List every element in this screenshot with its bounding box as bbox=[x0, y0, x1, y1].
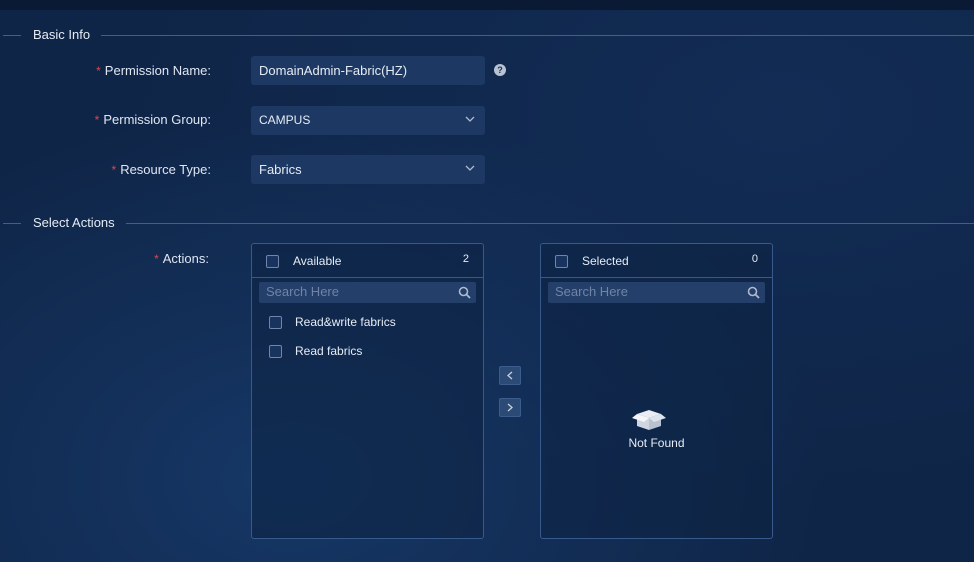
permission-name-value: DomainAdmin-Fabric(HZ) bbox=[259, 63, 408, 78]
permission-group-label: * Permission Group: bbox=[11, 111, 211, 129]
select-all-available-checkbox[interactable] bbox=[266, 255, 279, 268]
section-title-basic-info: Basic Info bbox=[33, 27, 91, 42]
permission-name-input[interactable]: DomainAdmin-Fabric(HZ) bbox=[251, 56, 485, 85]
divider-right bbox=[101, 35, 974, 36]
chevron-down-icon bbox=[465, 165, 475, 171]
permission-group-label-text: Permission Group: bbox=[103, 112, 211, 127]
actions-label: * Actions: bbox=[9, 250, 209, 268]
selected-title: Selected bbox=[582, 254, 629, 268]
resource-type-label: * Resource Type: bbox=[11, 161, 211, 179]
empty-state-text: Not Found bbox=[628, 436, 685, 450]
available-search-input[interactable]: Search Here bbox=[259, 282, 476, 303]
permission-name-label-text: Permission Name: bbox=[104, 63, 211, 78]
move-left-button[interactable] bbox=[499, 366, 521, 385]
basic-info-section-header: Basic Info bbox=[0, 25, 974, 45]
available-panel-header: Available 2 bbox=[252, 244, 483, 278]
search-icon[interactable] bbox=[458, 286, 471, 299]
list-item-label: Read fabrics bbox=[295, 344, 363, 358]
selected-count: 0 bbox=[751, 253, 758, 265]
divider-right bbox=[126, 223, 974, 224]
divider-left bbox=[3, 35, 21, 36]
resource-type-value: Fabrics bbox=[259, 162, 302, 177]
required-asterisk: * bbox=[96, 64, 101, 78]
selected-search-input[interactable]: Search Here bbox=[548, 282, 765, 303]
permission-group-select[interactable]: CAMPUS bbox=[251, 106, 485, 135]
top-bar bbox=[0, 0, 974, 10]
required-asterisk: * bbox=[111, 163, 117, 177]
permission-group-value: CAMPUS bbox=[259, 113, 311, 127]
list-item[interactable]: Read fabrics bbox=[269, 343, 469, 359]
available-count: 2 bbox=[462, 253, 469, 265]
resource-type-label-text: Resource Type: bbox=[120, 162, 211, 177]
chevron-left-icon bbox=[507, 371, 513, 380]
available-panel: Available 2 Search Here Read&write fabri… bbox=[251, 243, 484, 539]
available-title: Available bbox=[293, 254, 342, 268]
required-asterisk: * bbox=[154, 252, 159, 266]
permission-name-label: * Permission Name: bbox=[11, 62, 211, 80]
item-checkbox[interactable] bbox=[269, 316, 282, 329]
list-item[interactable]: Read&write fabrics bbox=[269, 314, 469, 330]
resource-type-select[interactable]: Fabrics bbox=[251, 155, 485, 184]
help-icon[interactable]: ? bbox=[494, 64, 506, 76]
chevron-right-icon bbox=[507, 403, 513, 412]
selected-search-placeholder: Search Here bbox=[555, 284, 628, 299]
item-checkbox[interactable] bbox=[269, 345, 282, 358]
empty-box-icon bbox=[632, 410, 666, 430]
section-title-select-actions: Select Actions bbox=[33, 215, 115, 230]
select-all-selected-checkbox[interactable] bbox=[555, 255, 568, 268]
selected-panel-header: Selected 0 bbox=[541, 244, 772, 278]
search-icon[interactable] bbox=[747, 286, 760, 299]
divider-left bbox=[3, 223, 21, 224]
actions-label-text: Actions: bbox=[162, 251, 209, 266]
select-actions-section-header: Select Actions bbox=[0, 213, 974, 233]
move-right-button[interactable] bbox=[499, 398, 521, 417]
list-item-label: Read&write fabrics bbox=[295, 315, 396, 329]
selected-panel: Selected 0 Search Here Not Found bbox=[540, 243, 773, 539]
required-asterisk: * bbox=[94, 113, 100, 127]
chevron-down-icon bbox=[465, 116, 475, 122]
available-search-placeholder: Search Here bbox=[266, 284, 339, 299]
